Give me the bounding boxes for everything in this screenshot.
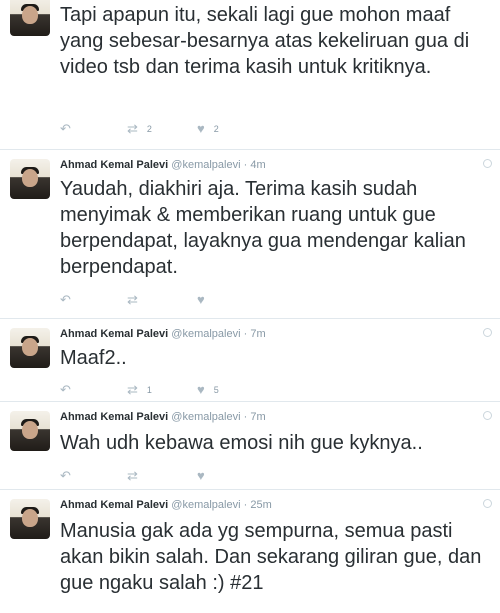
retweet-icon: ⇄ xyxy=(127,382,138,397)
separator: · xyxy=(243,411,248,423)
retweet-count: 1 xyxy=(146,385,152,395)
author-name[interactable]: Ahmad Kemal Palevi xyxy=(60,328,168,340)
author-handle[interactable]: @kemalpalevi xyxy=(171,159,240,171)
reply-icon: ↶ xyxy=(60,121,71,136)
like-count: 2 xyxy=(213,124,219,134)
reply-icon: ↶ xyxy=(60,382,71,397)
author-handle[interactable]: @kemalpalevi xyxy=(171,499,240,511)
tweet-header: Ahmad Kemal Palevi @kemalpalevi · 7m xyxy=(60,328,266,340)
reply-button[interactable]: ↶ xyxy=(60,383,71,397)
gear-icon[interactable] xyxy=(483,328,492,337)
avatar[interactable] xyxy=(10,0,50,36)
author-handle[interactable]: @kemalpalevi xyxy=(171,328,240,340)
reply-icon: ↶ xyxy=(60,292,71,307)
reply-button[interactable]: ↶ xyxy=(60,293,71,307)
separator: · xyxy=(243,159,248,171)
like-count: 5 xyxy=(213,385,219,395)
tweet-header: Ahmad Kemal Palevi @kemalpalevi · 7m xyxy=(60,411,266,423)
like-button[interactable]: ♥ 5 xyxy=(197,383,219,397)
timestamp[interactable]: 7m xyxy=(250,411,265,423)
tweet-header: Ahmad Kemal Palevi @kemalpalevi · 25m xyxy=(60,499,272,511)
heart-icon: ♥ xyxy=(197,292,205,307)
avatar[interactable] xyxy=(10,499,50,539)
tweet-text: Manusia gak ada yg sempurna, semua pasti… xyxy=(60,520,482,594)
separator: · xyxy=(243,499,248,511)
reply-button[interactable]: ↶ xyxy=(60,122,71,136)
tweet[interactable]: Ahmad Kemal Palevi @kemalpalevi · 7m Maa… xyxy=(0,319,500,402)
gear-icon[interactable] xyxy=(483,159,492,168)
reply-icon: ↶ xyxy=(60,468,71,483)
retweet-button[interactable]: ⇄ 2 xyxy=(127,122,152,136)
tweet-timeline: Tapi apapun itu, sekali lagi gue mohon m… xyxy=(0,0,500,613)
retweet-icon: ⇄ xyxy=(127,121,138,136)
separator: · xyxy=(243,328,248,340)
like-button[interactable]: ♥ 2 xyxy=(197,122,219,136)
heart-icon: ♥ xyxy=(197,382,205,397)
tweet[interactable]: Ahmad Kemal Palevi @kemalpalevi · 7m Wah… xyxy=(0,402,500,490)
retweet-button[interactable]: ⇄ xyxy=(127,293,147,307)
heart-icon: ♥ xyxy=(197,468,205,483)
timestamp[interactable]: 7m xyxy=(250,328,265,340)
timestamp[interactable]: 4m xyxy=(250,159,265,171)
gear-icon[interactable] xyxy=(483,499,492,508)
tweet[interactable]: Ahmad Kemal Palevi @kemalpalevi · 25m Ma… xyxy=(0,490,500,613)
avatar[interactable] xyxy=(10,328,50,368)
author-name[interactable]: Ahmad Kemal Palevi xyxy=(60,499,168,511)
reply-button[interactable]: ↶ xyxy=(60,469,71,483)
tweet-text: Wah udh kebawa emosi nih gue kyknya.. xyxy=(60,432,423,454)
gear-icon[interactable] xyxy=(483,411,492,420)
author-name[interactable]: Ahmad Kemal Palevi xyxy=(60,159,168,171)
retweet-count: 2 xyxy=(146,124,152,134)
avatar[interactable] xyxy=(10,159,50,199)
heart-icon: ♥ xyxy=(197,121,205,136)
retweet-button[interactable]: ⇄ 1 xyxy=(127,383,152,397)
like-button[interactable]: ♥ xyxy=(197,469,214,483)
retweet-icon: ⇄ xyxy=(127,292,138,307)
tweet[interactable]: Ahmad Kemal Palevi @kemalpalevi · 4m Yau… xyxy=(0,150,500,319)
tweet[interactable]: Tapi apapun itu, sekali lagi gue mohon m… xyxy=(0,0,500,150)
timestamp[interactable]: 25m xyxy=(250,499,271,511)
author-handle[interactable]: @kemalpalevi xyxy=(171,411,240,423)
like-button[interactable]: ♥ xyxy=(197,293,214,307)
tweet-text: Maaf2.. xyxy=(60,347,127,369)
retweet-button[interactable]: ⇄ xyxy=(127,469,147,483)
tweet-header: Ahmad Kemal Palevi @kemalpalevi · 4m xyxy=(60,159,266,171)
tweet-text: Yaudah, diakhiri aja. Terima kasih sudah… xyxy=(60,178,466,278)
tweet-text: Tapi apapun itu, sekali lagi gue mohon m… xyxy=(60,4,470,78)
author-name[interactable]: Ahmad Kemal Palevi xyxy=(60,411,168,423)
avatar[interactable] xyxy=(10,411,50,451)
retweet-icon: ⇄ xyxy=(127,468,138,483)
